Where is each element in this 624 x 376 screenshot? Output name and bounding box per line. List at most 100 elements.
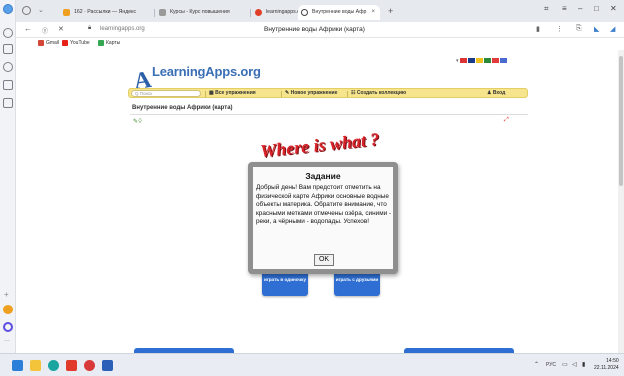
menu-label: Все упражнения [215,90,256,96]
menu-new-exercise[interactable]: ✎ Новое упражнение [285,90,337,96]
dialog-title: Задание [305,171,341,181]
translate-icon[interactable]: ⎘ [576,25,582,33]
exercise-title: Внутренние воды Африки (карта) [132,105,233,111]
more-icon[interactable]: ··· [4,338,10,344]
lock-icon: 🔒︎ [88,25,92,31]
site-logo[interactable]: LearningApps.org [152,64,261,79]
courses-favicon-icon [159,9,166,16]
close-tab-icon[interactable]: × [371,5,375,20]
site-search-input[interactable]: Q Поиск [131,90,201,97]
menu-all-exercises[interactable]: ▦ Все упражнения [209,90,256,96]
flag-icon[interactable] [459,58,467,64]
maps-icon [98,40,104,46]
tab-list-icon[interactable]: ⌄ [38,6,44,14]
scrollbar[interactable] [618,50,624,353]
menu-separator [205,91,206,97]
flag-icon[interactable] [483,58,491,64]
tray-chevron-icon[interactable]: ⌃ [534,361,539,368]
stop-icon[interactable]: ✕ [58,25,64,33]
tabs-overview-icon[interactable] [22,6,31,15]
new-tab-button[interactable]: + [388,6,393,16]
task-dialog: Задание Добрый день! Вам предстоит отмет… [248,162,398,274]
profile-icon[interactable] [3,4,13,14]
button-label: играть с друзьями [335,277,379,282]
menu-separator [281,91,282,97]
bookmark-maps[interactable]: Карты [98,40,120,46]
yandex-browser-icon[interactable] [66,360,77,371]
panel-icon[interactable] [3,80,13,90]
tab-label: 162 · Рассылки — Яндекс [74,9,137,15]
tab-strip: 162 · Рассылки — Яндекс Курсы - Курс пов… [16,0,624,22]
menu-label: Новое упражнение [290,90,338,96]
flag-icon[interactable] [491,58,499,64]
maximize-icon[interactable]: □ [594,4,599,13]
bookmark-label: YouTube [70,40,90,46]
clock[interactable]: 14:50 22.11.2024 [594,358,619,372]
alice-icon[interactable] [3,322,13,332]
file-explorer-icon[interactable] [30,360,41,371]
flag-icon[interactable] [475,58,483,64]
scrollbar-thumb[interactable] [619,56,623,186]
button-label: играть в одиночку [263,277,307,282]
address-bar: ← ⓨ ✕ 🔒︎ learningapps.org Внутренние вод… [16,22,624,38]
hint-icon[interactable]: ✎💡︎ [133,118,142,126]
menu-icon[interactable]: ≡ [562,4,567,13]
edge-icon[interactable] [48,360,59,371]
flag-icon[interactable] [467,58,475,64]
url-field[interactable]: learningapps.org [100,26,145,32]
bookmark-youtube[interactable]: YouTube [62,40,90,46]
downloads-icon[interactable]: ◢ [610,25,615,33]
bookmarks-bar: Gmail YouTube Карты [16,38,624,50]
tab-separator [154,9,155,17]
youtube-icon [62,40,68,46]
tab-mail[interactable]: 162 · Рассылки — Яндекс [60,5,152,20]
add-icon[interactable]: + [4,290,9,299]
language-selector[interactable]: ▾ [456,58,507,64]
bookmark-gmail[interactable]: Gmail [38,40,59,46]
menu-label: Создать коллекцию [356,90,407,96]
bookmark-icon[interactable]: ▮ [536,25,540,33]
flag-icon[interactable] [499,58,507,64]
more-menu-icon[interactable]: ⋮ [556,25,563,33]
taskbar: ⌃ РУС ▭ ◁ ▮ 14:50 22.11.2024 [0,353,624,376]
word-icon[interactable] [102,360,113,371]
bookmark-label: Gmail [46,40,60,46]
mail-favicon-icon [63,9,70,16]
opera-icon[interactable] [84,360,95,371]
heart-icon[interactable] [3,305,13,314]
collections-icon[interactable] [3,44,13,54]
ok-button[interactable]: OK [314,254,334,266]
back-icon[interactable]: ← [24,24,32,33]
dialog-body: Добрый день! Вам предстоит отметить на ф… [256,184,392,226]
page-title: Внутренние воды Африки (карта) [264,26,365,33]
history-icon[interactable] [3,28,13,38]
menu-separator [347,91,348,97]
network-icon[interactable]: ▭ [562,361,568,368]
language-indicator[interactable]: РУС [546,362,556,368]
learningapps-favicon-icon [255,9,262,16]
bookmark-label: Карты [106,40,121,46]
loading-icon [301,9,308,16]
browser-sidebar: + ··· [0,0,16,353]
divider [130,114,528,115]
yandex-icon[interactable]: ⓨ [42,26,48,35]
time: 14:50 [606,358,619,364]
minimize-icon[interactable]: – [578,4,582,13]
tab-active[interactable]: Внутренние воды Афр × [298,5,380,20]
banner-title: Where is what ? [259,128,381,162]
gmail-icon [38,40,44,46]
battery-icon[interactable]: ▮ [582,361,585,368]
start-icon[interactable] [12,360,23,371]
close-window-icon[interactable]: ✕ [610,4,617,13]
tab-courses[interactable]: Курсы - Курс повышения [156,5,248,20]
menu-login[interactable]: ♟ Вход [487,90,505,96]
menu-create-collection[interactable]: ☷ Создать коллекцию [351,90,406,96]
collections-toolbar-icon[interactable]: ⌗ [544,4,549,14]
notes-icon[interactable] [3,98,13,108]
site-menu-bar: Q Поиск ▦ Все упражнения ✎ Новое упражне… [128,88,528,98]
fullscreen-icon[interactable]: ⤢ [504,117,509,124]
play-icon[interactable] [3,62,13,72]
volume-icon[interactable]: ◁ [572,361,577,368]
extension-icon[interactable]: ◣ [594,25,599,33]
tab-separator [250,9,251,17]
